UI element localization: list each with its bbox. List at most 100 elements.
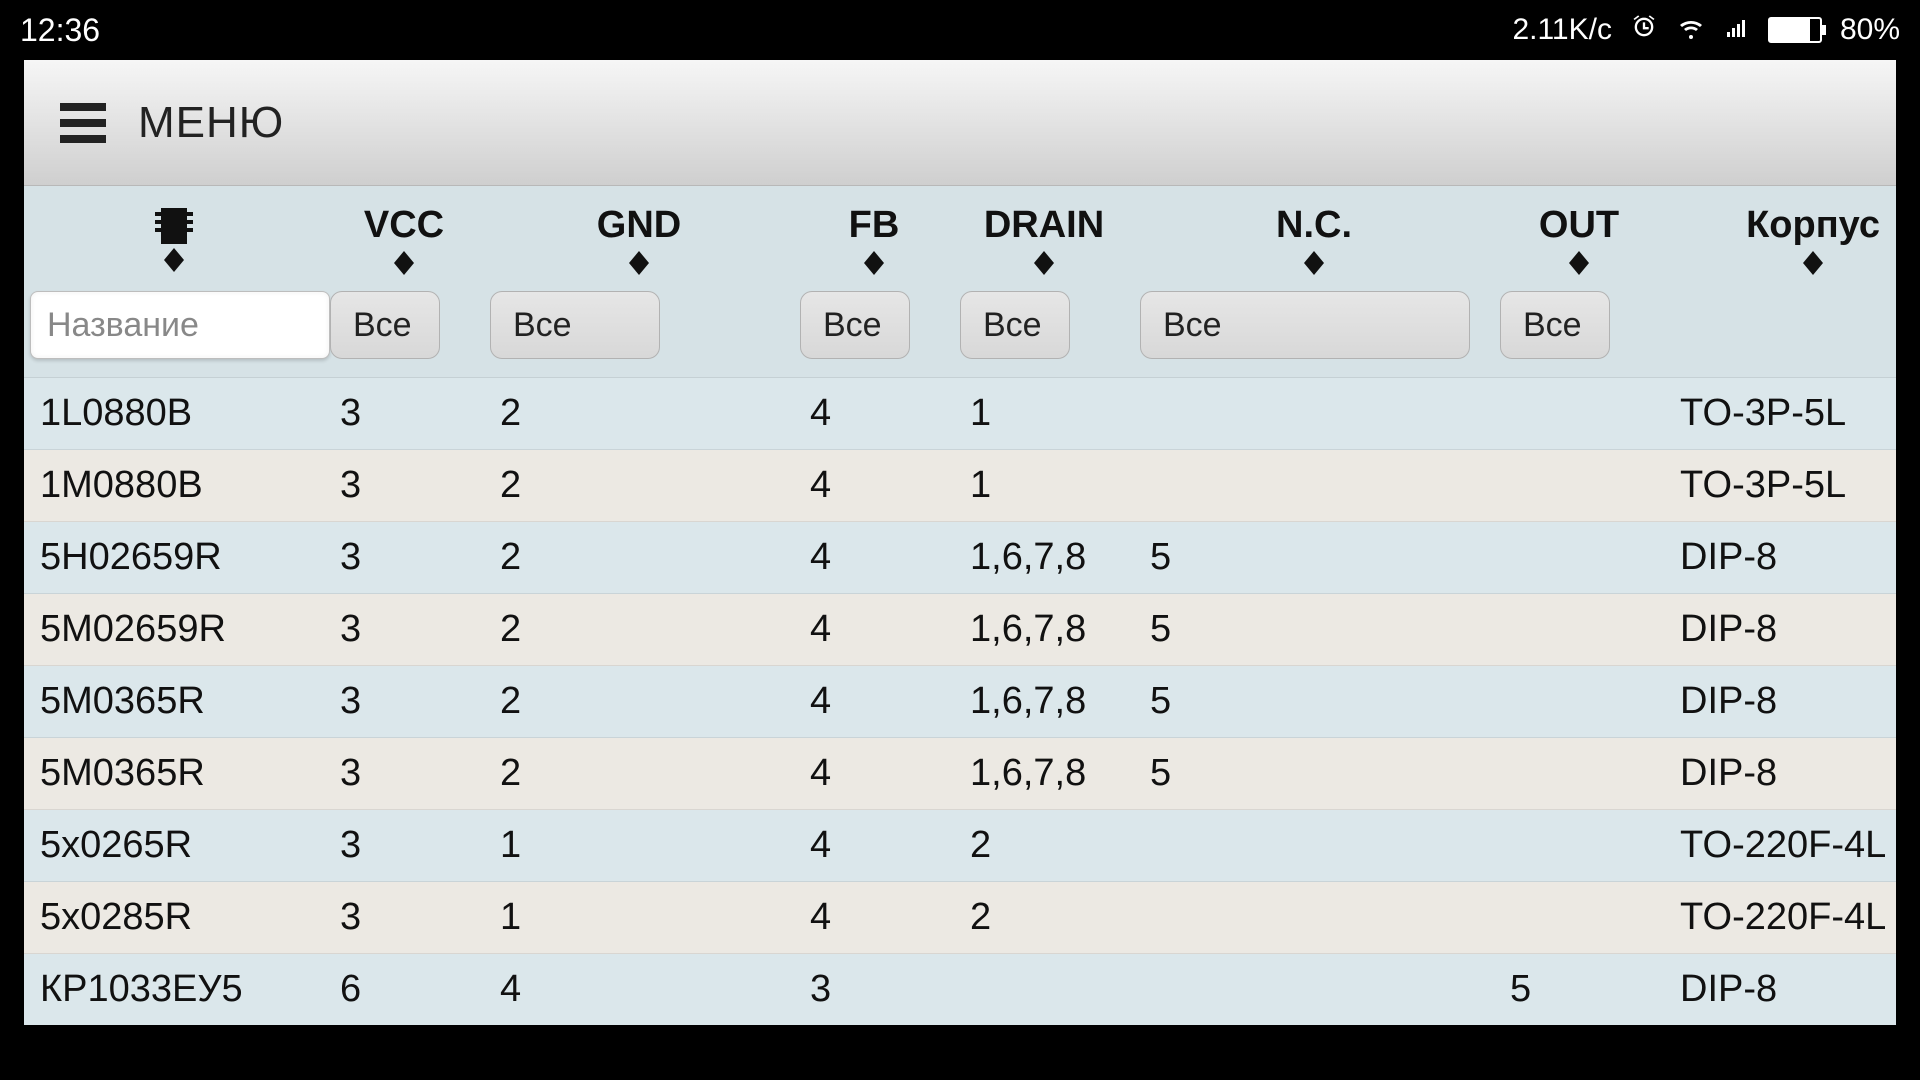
filter-nc-button[interactable]: Все: [1140, 291, 1470, 359]
cell-nc: [1134, 810, 1494, 882]
cell-name: 5M0365R: [24, 666, 324, 738]
alarm-icon: [1630, 12, 1658, 49]
cell-pkg: DIP-8: [1664, 954, 1896, 1026]
cell-name: 5H02659R: [24, 522, 324, 594]
cell-name: 5M0365R: [24, 738, 324, 810]
cell-nc: [1134, 378, 1494, 450]
filter-name-input[interactable]: [30, 291, 330, 359]
column-header-name[interactable]: [24, 186, 324, 285]
cell-out: [1494, 666, 1664, 738]
cell-gnd: 2: [484, 378, 794, 450]
table-row[interactable]: 5H02659R3241,6,7,85DIP-8: [24, 522, 1896, 594]
cell-gnd: 2: [484, 738, 794, 810]
cell-nc: 5: [1134, 738, 1494, 810]
cell-gnd: 2: [484, 522, 794, 594]
cell-pkg: DIP-8: [1664, 594, 1896, 666]
network-speed: 2.11K/c: [1512, 13, 1612, 47]
cell-pkg: TO-3P-5L: [1664, 450, 1896, 522]
cell-fb: 3: [794, 954, 954, 1026]
cell-name: 5M02659R: [24, 594, 324, 666]
cell-vcc: 3: [324, 378, 484, 450]
cell-drain: [954, 954, 1134, 1026]
cell-out: [1494, 738, 1664, 810]
column-header-package[interactable]: Корпус: [1664, 186, 1896, 285]
cell-out: [1494, 882, 1664, 954]
table-row[interactable]: КР1033ЕУ56435DIP-8: [24, 954, 1896, 1026]
cell-vcc: 3: [324, 666, 484, 738]
cell-fb: 4: [794, 378, 954, 450]
column-label: N.C.: [1276, 204, 1352, 247]
column-header-nc[interactable]: N.C.: [1134, 186, 1494, 285]
cell-drain: 1,6,7,8: [954, 522, 1134, 594]
column-header-drain[interactable]: DRAIN: [954, 186, 1134, 285]
cellular-icon: [1724, 12, 1750, 49]
column-header-gnd[interactable]: GND: [484, 186, 794, 285]
cell-pkg: TO-220F-4L: [1664, 810, 1896, 882]
sort-icon: [1567, 251, 1591, 275]
column-header-out[interactable]: OUT: [1494, 186, 1664, 285]
cell-out: [1494, 594, 1664, 666]
cell-pkg: TO-3P-5L: [1664, 378, 1896, 450]
table-row[interactable]: 1L0880B3241TO-3P-5L: [24, 378, 1896, 450]
table-row[interactable]: 5M02659R3241,6,7,85DIP-8: [24, 594, 1896, 666]
sort-icon: [1032, 251, 1056, 275]
status-bar: 12:36 2.11K/c 80%: [0, 0, 1920, 60]
sort-icon: [1801, 251, 1825, 275]
status-right: 2.11K/c 80%: [1512, 12, 1900, 49]
cell-vcc: 3: [324, 450, 484, 522]
sort-icon: [862, 251, 886, 275]
battery-icon: [1768, 17, 1822, 43]
cell-nc: 5: [1134, 666, 1494, 738]
cell-nc: [1134, 954, 1494, 1026]
menu-label[interactable]: МЕНЮ: [138, 98, 284, 148]
table-row[interactable]: 5x0285R3142TO-220F-4L: [24, 882, 1896, 954]
column-header-fb[interactable]: FB: [794, 186, 954, 285]
table-row[interactable]: 5M0365R3241,6,7,85 DIP-8: [24, 738, 1896, 810]
filter-drain-button[interactable]: Все: [960, 291, 1070, 359]
cell-fb: 4: [794, 882, 954, 954]
cell-pkg: TO-220F-4L: [1664, 882, 1896, 954]
cell-drain: 1: [954, 450, 1134, 522]
table-row[interactable]: 5M0365R3241,6,7,85DIP-8: [24, 666, 1896, 738]
cell-nc: 5: [1134, 594, 1494, 666]
sort-icon: [392, 251, 416, 275]
filter-fb-button[interactable]: Все: [800, 291, 910, 359]
table-row[interactable]: 5x0265R3142 TO-220F-4L: [24, 810, 1896, 882]
column-header-vcc[interactable]: VCC: [324, 186, 484, 285]
cell-drain: 2: [954, 882, 1134, 954]
app-content: МЕНЮ: [24, 60, 1896, 1025]
column-label: GND: [597, 204, 681, 247]
filter-gnd-button[interactable]: Все: [490, 291, 660, 359]
cell-name: 5x0265R: [24, 810, 324, 882]
cell-nc: [1134, 882, 1494, 954]
filter-vcc-button[interactable]: Все: [330, 291, 440, 359]
cell-drain: 1,6,7,8: [954, 738, 1134, 810]
cell-gnd: 2: [484, 594, 794, 666]
filter-out-button[interactable]: Все: [1500, 291, 1610, 359]
cell-drain: 1: [954, 378, 1134, 450]
cell-pkg: DIP-8: [1664, 666, 1896, 738]
components-table: VCC GND: [24, 186, 1896, 1025]
table-row[interactable]: 1M0880B3241TO-3P-5L: [24, 450, 1896, 522]
cell-fb: 4: [794, 810, 954, 882]
cell-fb: 4: [794, 738, 954, 810]
cell-out: 5: [1494, 954, 1664, 1026]
battery-percent: 80%: [1840, 13, 1900, 47]
cell-gnd: 1: [484, 810, 794, 882]
cell-out: [1494, 810, 1664, 882]
cell-pkg: DIP-8: [1664, 738, 1896, 810]
menu-icon[interactable]: [60, 103, 106, 143]
cell-name: 1M0880B: [24, 450, 324, 522]
cell-gnd: 1: [484, 882, 794, 954]
cell-drain: 1,6,7,8: [954, 666, 1134, 738]
cell-drain: 2: [954, 810, 1134, 882]
column-label: FB: [849, 204, 900, 247]
cell-name: 5x0285R: [24, 882, 324, 954]
cell-gnd: 2: [484, 450, 794, 522]
cell-nc: 5: [1134, 522, 1494, 594]
wifi-icon: [1676, 12, 1706, 49]
cell-gnd: 4: [484, 954, 794, 1026]
cell-vcc: 3: [324, 738, 484, 810]
cell-vcc: 3: [324, 810, 484, 882]
cell-drain: 1,6,7,8: [954, 594, 1134, 666]
